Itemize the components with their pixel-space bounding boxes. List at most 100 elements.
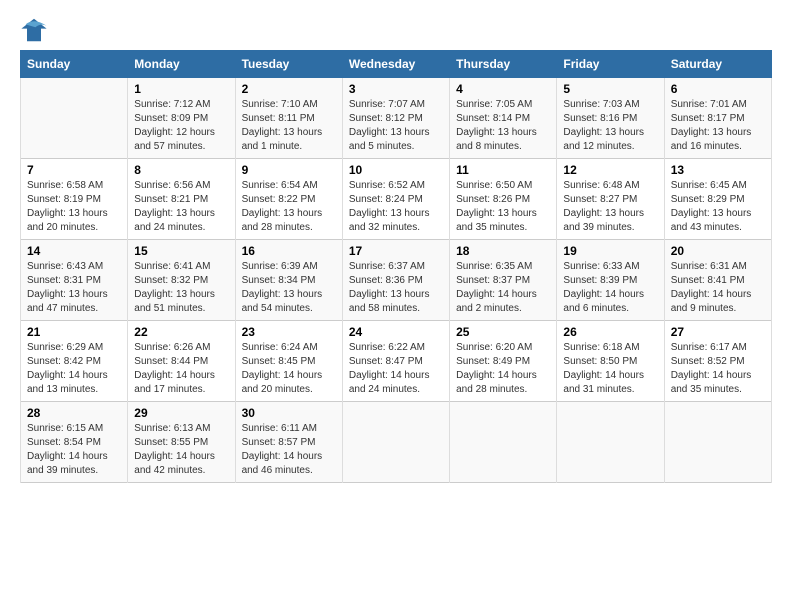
header-day-thursday: Thursday [450, 51, 557, 78]
day-cell: 5 Sunrise: 7:03 AMSunset: 8:16 PMDaylight… [557, 78, 664, 159]
day-cell: 16 Sunrise: 6:39 AMSunset: 8:34 PMDayligh… [235, 240, 342, 321]
day-number: 22 [134, 325, 228, 339]
header-row: SundayMondayTuesdayWednesdayThursdayFrid… [21, 51, 772, 78]
header-day-saturday: Saturday [664, 51, 771, 78]
day-info: Sunrise: 6:52 AMSunset: 8:24 PMDaylight:… [349, 179, 443, 235]
day-info: Sunrise: 6:54 AMSunset: 8:22 PMDaylight:… [242, 179, 336, 235]
day-info: Sunrise: 6:22 AMSunset: 8:47 PMDaylight:… [349, 341, 443, 397]
day-info: Sunrise: 6:50 AMSunset: 8:26 PMDaylight:… [456, 179, 550, 235]
day-number: 4 [456, 82, 550, 96]
day-cell: 11Sunrise: 6:50 AMSunset: 8:26 PMDayligh… [450, 159, 557, 240]
day-number: 16 [242, 244, 336, 258]
day-cell: 18 Sunrise: 6:35 AMSunset: 8:37 PMDayligh… [450, 240, 557, 321]
day-cell: 7Sunrise: 6:58 AMSunset: 8:19 PMDaylight… [21, 159, 128, 240]
day-cell [557, 402, 664, 483]
day-cell: 13Sunrise: 6:45 AMSunset: 8:29 PMDayligh… [664, 159, 771, 240]
day-cell: 2 Sunrise: 7:10 AMSunset: 8:11 PMDaylight… [235, 78, 342, 159]
day-number: 3 [349, 82, 443, 96]
logo-icon [20, 16, 48, 44]
header-day-friday: Friday [557, 51, 664, 78]
day-number: 1 [134, 82, 228, 96]
day-info: Sunrise: 7:05 AMSunset: 8:14 PMDaylight:… [456, 98, 550, 154]
day-info: Sunrise: 7:10 AMSunset: 8:11 PMDaylight:… [242, 98, 336, 154]
day-number: 8 [134, 163, 228, 177]
day-info: Sunrise: 7:07 AMSunset: 8:12 PMDaylight:… [349, 98, 443, 154]
day-number: 24 [349, 325, 443, 339]
day-cell [450, 402, 557, 483]
day-info: Sunrise: 6:26 AMSunset: 8:44 PMDaylight:… [134, 341, 228, 397]
day-number: 19 [563, 244, 657, 258]
day-info: Sunrise: 6:13 AMSunset: 8:55 PMDaylight:… [134, 422, 228, 478]
day-cell: 17 Sunrise: 6:37 AMSunset: 8:36 PMDayligh… [342, 240, 449, 321]
day-info: Sunrise: 6:48 AMSunset: 8:27 PMDaylight:… [563, 179, 657, 235]
day-info: Sunrise: 6:24 AMSunset: 8:45 PMDaylight:… [242, 341, 336, 397]
day-info: Sunrise: 6:11 AMSunset: 8:57 PMDaylight:… [242, 422, 336, 478]
header-day-wednesday: Wednesday [342, 51, 449, 78]
day-cell: 6Sunrise: 7:01 AMSunset: 8:17 PMDaylight… [664, 78, 771, 159]
day-cell: 24 Sunrise: 6:22 AMSunset: 8:47 PMDayligh… [342, 321, 449, 402]
header-day-sunday: Sunday [21, 51, 128, 78]
day-cell: 3 Sunrise: 7:07 AMSunset: 8:12 PMDaylight… [342, 78, 449, 159]
day-number: 7 [27, 163, 121, 177]
day-info: Sunrise: 6:37 AMSunset: 8:36 PMDaylight:… [349, 260, 443, 316]
day-cell: 29Sunrise: 6:13 AMSunset: 8:55 PMDayligh… [128, 402, 235, 483]
day-number: 23 [242, 325, 336, 339]
day-number: 14 [27, 244, 121, 258]
day-cell: 4 Sunrise: 7:05 AMSunset: 8:14 PMDaylight… [450, 78, 557, 159]
logo [20, 16, 52, 44]
day-cell: 8 Sunrise: 6:56 AMSunset: 8:21 PMDaylight… [128, 159, 235, 240]
day-cell: 1 Sunrise: 7:12 AMSunset: 8:09 PMDaylight… [128, 78, 235, 159]
header [20, 16, 772, 44]
day-number: 20 [671, 244, 765, 258]
day-info: Sunrise: 6:33 AMSunset: 8:39 PMDaylight:… [563, 260, 657, 316]
week-row-4: 21 Sunrise: 6:29 AMSunset: 8:42 PMDayligh… [21, 321, 772, 402]
day-info: Sunrise: 7:03 AMSunset: 8:16 PMDaylight:… [563, 98, 657, 154]
page: SundayMondayTuesdayWednesdayThursdayFrid… [0, 0, 792, 493]
day-number: 10 [349, 163, 443, 177]
day-cell: 23 Sunrise: 6:24 AMSunset: 8:45 PMDayligh… [235, 321, 342, 402]
day-info: Sunrise: 6:43 AMSunset: 8:31 PMDaylight:… [27, 260, 121, 316]
day-info: Sunrise: 6:56 AMSunset: 8:21 PMDaylight:… [134, 179, 228, 235]
day-number: 13 [671, 163, 765, 177]
day-number: 26 [563, 325, 657, 339]
day-cell: 27Sunrise: 6:17 AMSunset: 8:52 PMDayligh… [664, 321, 771, 402]
day-cell: 10 Sunrise: 6:52 AMSunset: 8:24 PMDayligh… [342, 159, 449, 240]
day-info: Sunrise: 6:31 AMSunset: 8:41 PMDaylight:… [671, 260, 765, 316]
day-cell: 20 Sunrise: 6:31 AMSunset: 8:41 PMDayligh… [664, 240, 771, 321]
day-info: Sunrise: 6:39 AMSunset: 8:34 PMDaylight:… [242, 260, 336, 316]
day-number: 9 [242, 163, 336, 177]
day-info: Sunrise: 6:35 AMSunset: 8:37 PMDaylight:… [456, 260, 550, 316]
day-cell: 12 Sunrise: 6:48 AMSunset: 8:27 PMDayligh… [557, 159, 664, 240]
day-cell [342, 402, 449, 483]
day-number: 30 [242, 406, 336, 420]
day-cell: 26Sunrise: 6:18 AMSunset: 8:50 PMDayligh… [557, 321, 664, 402]
day-number: 17 [349, 244, 443, 258]
day-number: 2 [242, 82, 336, 96]
day-info: Sunrise: 6:41 AMSunset: 8:32 PMDaylight:… [134, 260, 228, 316]
day-number: 18 [456, 244, 550, 258]
day-cell [21, 78, 128, 159]
day-cell: 22 Sunrise: 6:26 AMSunset: 8:44 PMDayligh… [128, 321, 235, 402]
week-row-2: 7Sunrise: 6:58 AMSunset: 8:19 PMDaylight… [21, 159, 772, 240]
day-number: 15 [134, 244, 228, 258]
header-day-tuesday: Tuesday [235, 51, 342, 78]
day-cell [664, 402, 771, 483]
day-info: Sunrise: 7:12 AMSunset: 8:09 PMDaylight:… [134, 98, 228, 154]
day-cell: 15 Sunrise: 6:41 AMSunset: 8:32 PMDayligh… [128, 240, 235, 321]
day-cell: 14 Sunrise: 6:43 AMSunset: 8:31 PMDayligh… [21, 240, 128, 321]
week-row-5: 28 Sunrise: 6:15 AMSunset: 8:54 PMDayligh… [21, 402, 772, 483]
day-info: Sunrise: 6:20 AMSunset: 8:49 PMDaylight:… [456, 341, 550, 397]
day-cell: 30 Sunrise: 6:11 AMSunset: 8:57 PMDayligh… [235, 402, 342, 483]
day-number: 5 [563, 82, 657, 96]
day-cell: 25Sunrise: 6:20 AMSunset: 8:49 PMDayligh… [450, 321, 557, 402]
day-number: 28 [27, 406, 121, 420]
day-number: 27 [671, 325, 765, 339]
day-number: 12 [563, 163, 657, 177]
day-info: Sunrise: 6:29 AMSunset: 8:42 PMDaylight:… [27, 341, 121, 397]
calendar-table: SundayMondayTuesdayWednesdayThursdayFrid… [20, 50, 772, 483]
header-day-monday: Monday [128, 51, 235, 78]
day-number: 21 [27, 325, 121, 339]
day-cell: 28 Sunrise: 6:15 AMSunset: 8:54 PMDayligh… [21, 402, 128, 483]
day-info: Sunrise: 6:15 AMSunset: 8:54 PMDaylight:… [27, 422, 121, 478]
day-cell: 19 Sunrise: 6:33 AMSunset: 8:39 PMDayligh… [557, 240, 664, 321]
